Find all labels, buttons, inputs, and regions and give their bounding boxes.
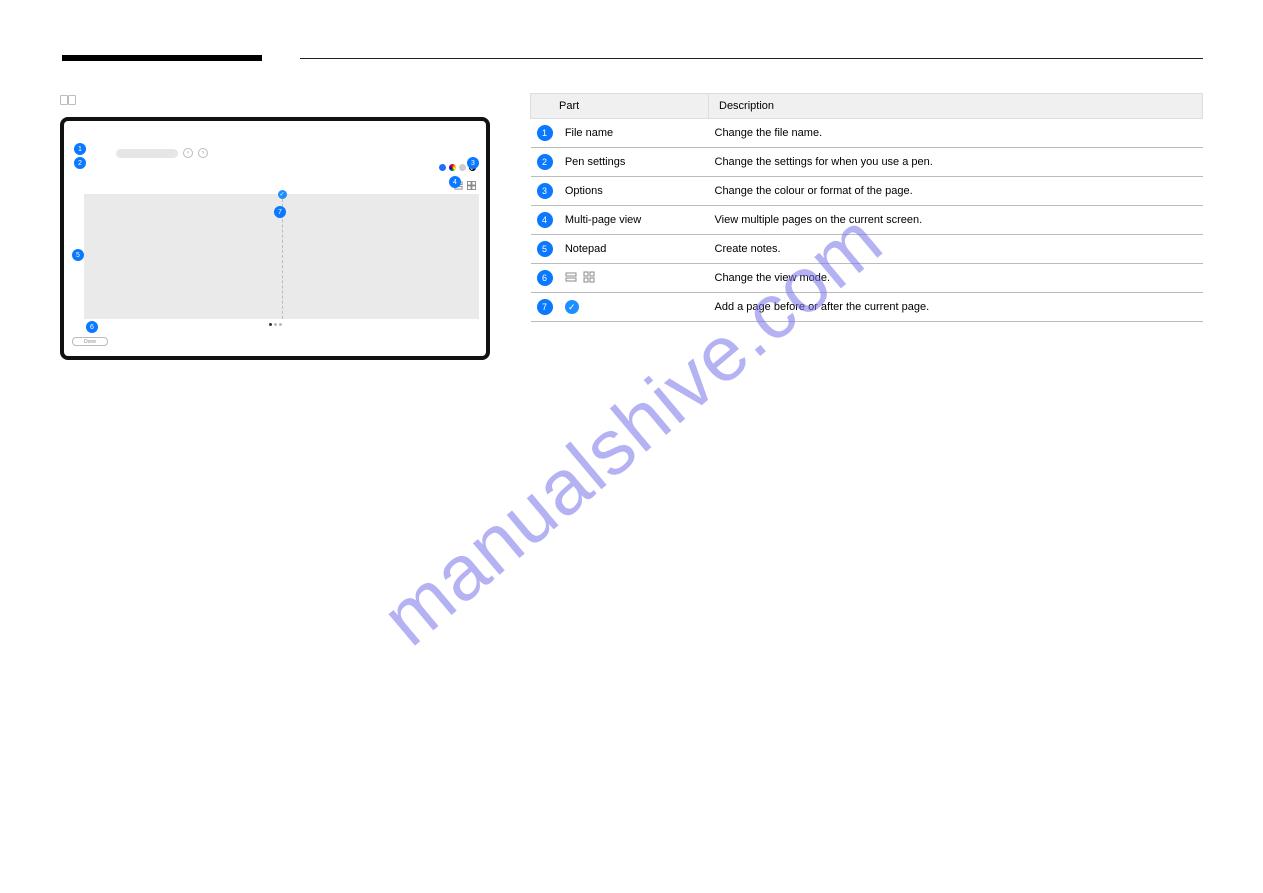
page-dot (269, 323, 272, 326)
header-description: Description (709, 94, 1203, 119)
row-desc: Add a page before or after the current p… (709, 293, 1203, 322)
callout-5: 5 (72, 249, 84, 261)
color-swatch-blue (439, 164, 446, 171)
callout-3: 3 (467, 157, 479, 169)
callout-6: 6 (86, 321, 98, 333)
filename-pill (116, 149, 178, 158)
table-row: 4 Multi-page view View multiple pages on… (531, 206, 1203, 235)
add-page-badge: ✓ (278, 190, 287, 199)
row-number: 6 (537, 270, 553, 286)
view-list-icon (565, 271, 577, 286)
cast-icon (60, 94, 76, 106)
row-desc: Create notes. (709, 235, 1203, 264)
row-number: 5 (537, 241, 553, 257)
row-number: 3 (537, 183, 553, 199)
row-part: Multi-page view (559, 206, 709, 235)
view-mode-row (74, 179, 476, 191)
device-diagram: 1 2 3 4 5 6 7 ‹ › (60, 117, 490, 360)
table-row: 3 Options Change the colour or format of… (531, 177, 1203, 206)
row-desc: Change the colour or format of the page. (709, 177, 1203, 206)
row-part (559, 264, 709, 293)
view-grid-icon (467, 181, 476, 190)
row-desc: Change the view mode. (709, 264, 1203, 293)
row-part: Notepad (559, 235, 709, 264)
row-number: 2 (537, 154, 553, 170)
header-thin-bar (300, 58, 1203, 59)
table-row: 5 Notepad Create notes. (531, 235, 1203, 264)
done-button: Done (72, 337, 108, 346)
row-number: 4 (537, 212, 553, 228)
page-dot (279, 323, 282, 326)
row-part: File name (559, 119, 709, 148)
color-swatch-gray (459, 164, 466, 171)
page-dot (274, 323, 277, 326)
row-desc: Change the settings for when you use a p… (709, 148, 1203, 177)
title-bar: ‹ › (84, 146, 476, 160)
row-part: Options (559, 177, 709, 206)
row-part: ✓ (559, 293, 709, 322)
header-rules (60, 55, 1203, 83)
parts-table: Part Description 1 File name Change the … (530, 93, 1203, 322)
callout-4: 4 (449, 176, 461, 188)
color-swatch-rainbow (449, 164, 456, 171)
table-row: 1 File name Change the file name. (531, 119, 1203, 148)
callout-2: 2 (74, 157, 86, 169)
view-grid-icon (583, 271, 595, 286)
page-dots (74, 323, 476, 326)
table-row: 6 Change the view mode. (531, 264, 1203, 293)
row-number: 7 (537, 299, 553, 315)
header-part: Part (531, 94, 709, 119)
header-thick-bar (62, 55, 262, 61)
callout-1: 1 (74, 143, 86, 155)
table-row: 2 Pen settings Change the settings for w… (531, 148, 1203, 177)
row-desc: View multiple pages on the current scree… (709, 206, 1203, 235)
page-prev-button: ‹ (183, 148, 193, 158)
table-row: 7 ✓ Add a page before or after the curre… (531, 293, 1203, 322)
page-next-button: › (198, 148, 208, 158)
callout-7: 7 (274, 206, 286, 218)
row-part: Pen settings (559, 148, 709, 177)
row-number: 1 (537, 125, 553, 141)
check-icon: ✓ (565, 300, 579, 314)
row-desc: Change the file name. (709, 119, 1203, 148)
pen-settings-row (74, 161, 476, 173)
